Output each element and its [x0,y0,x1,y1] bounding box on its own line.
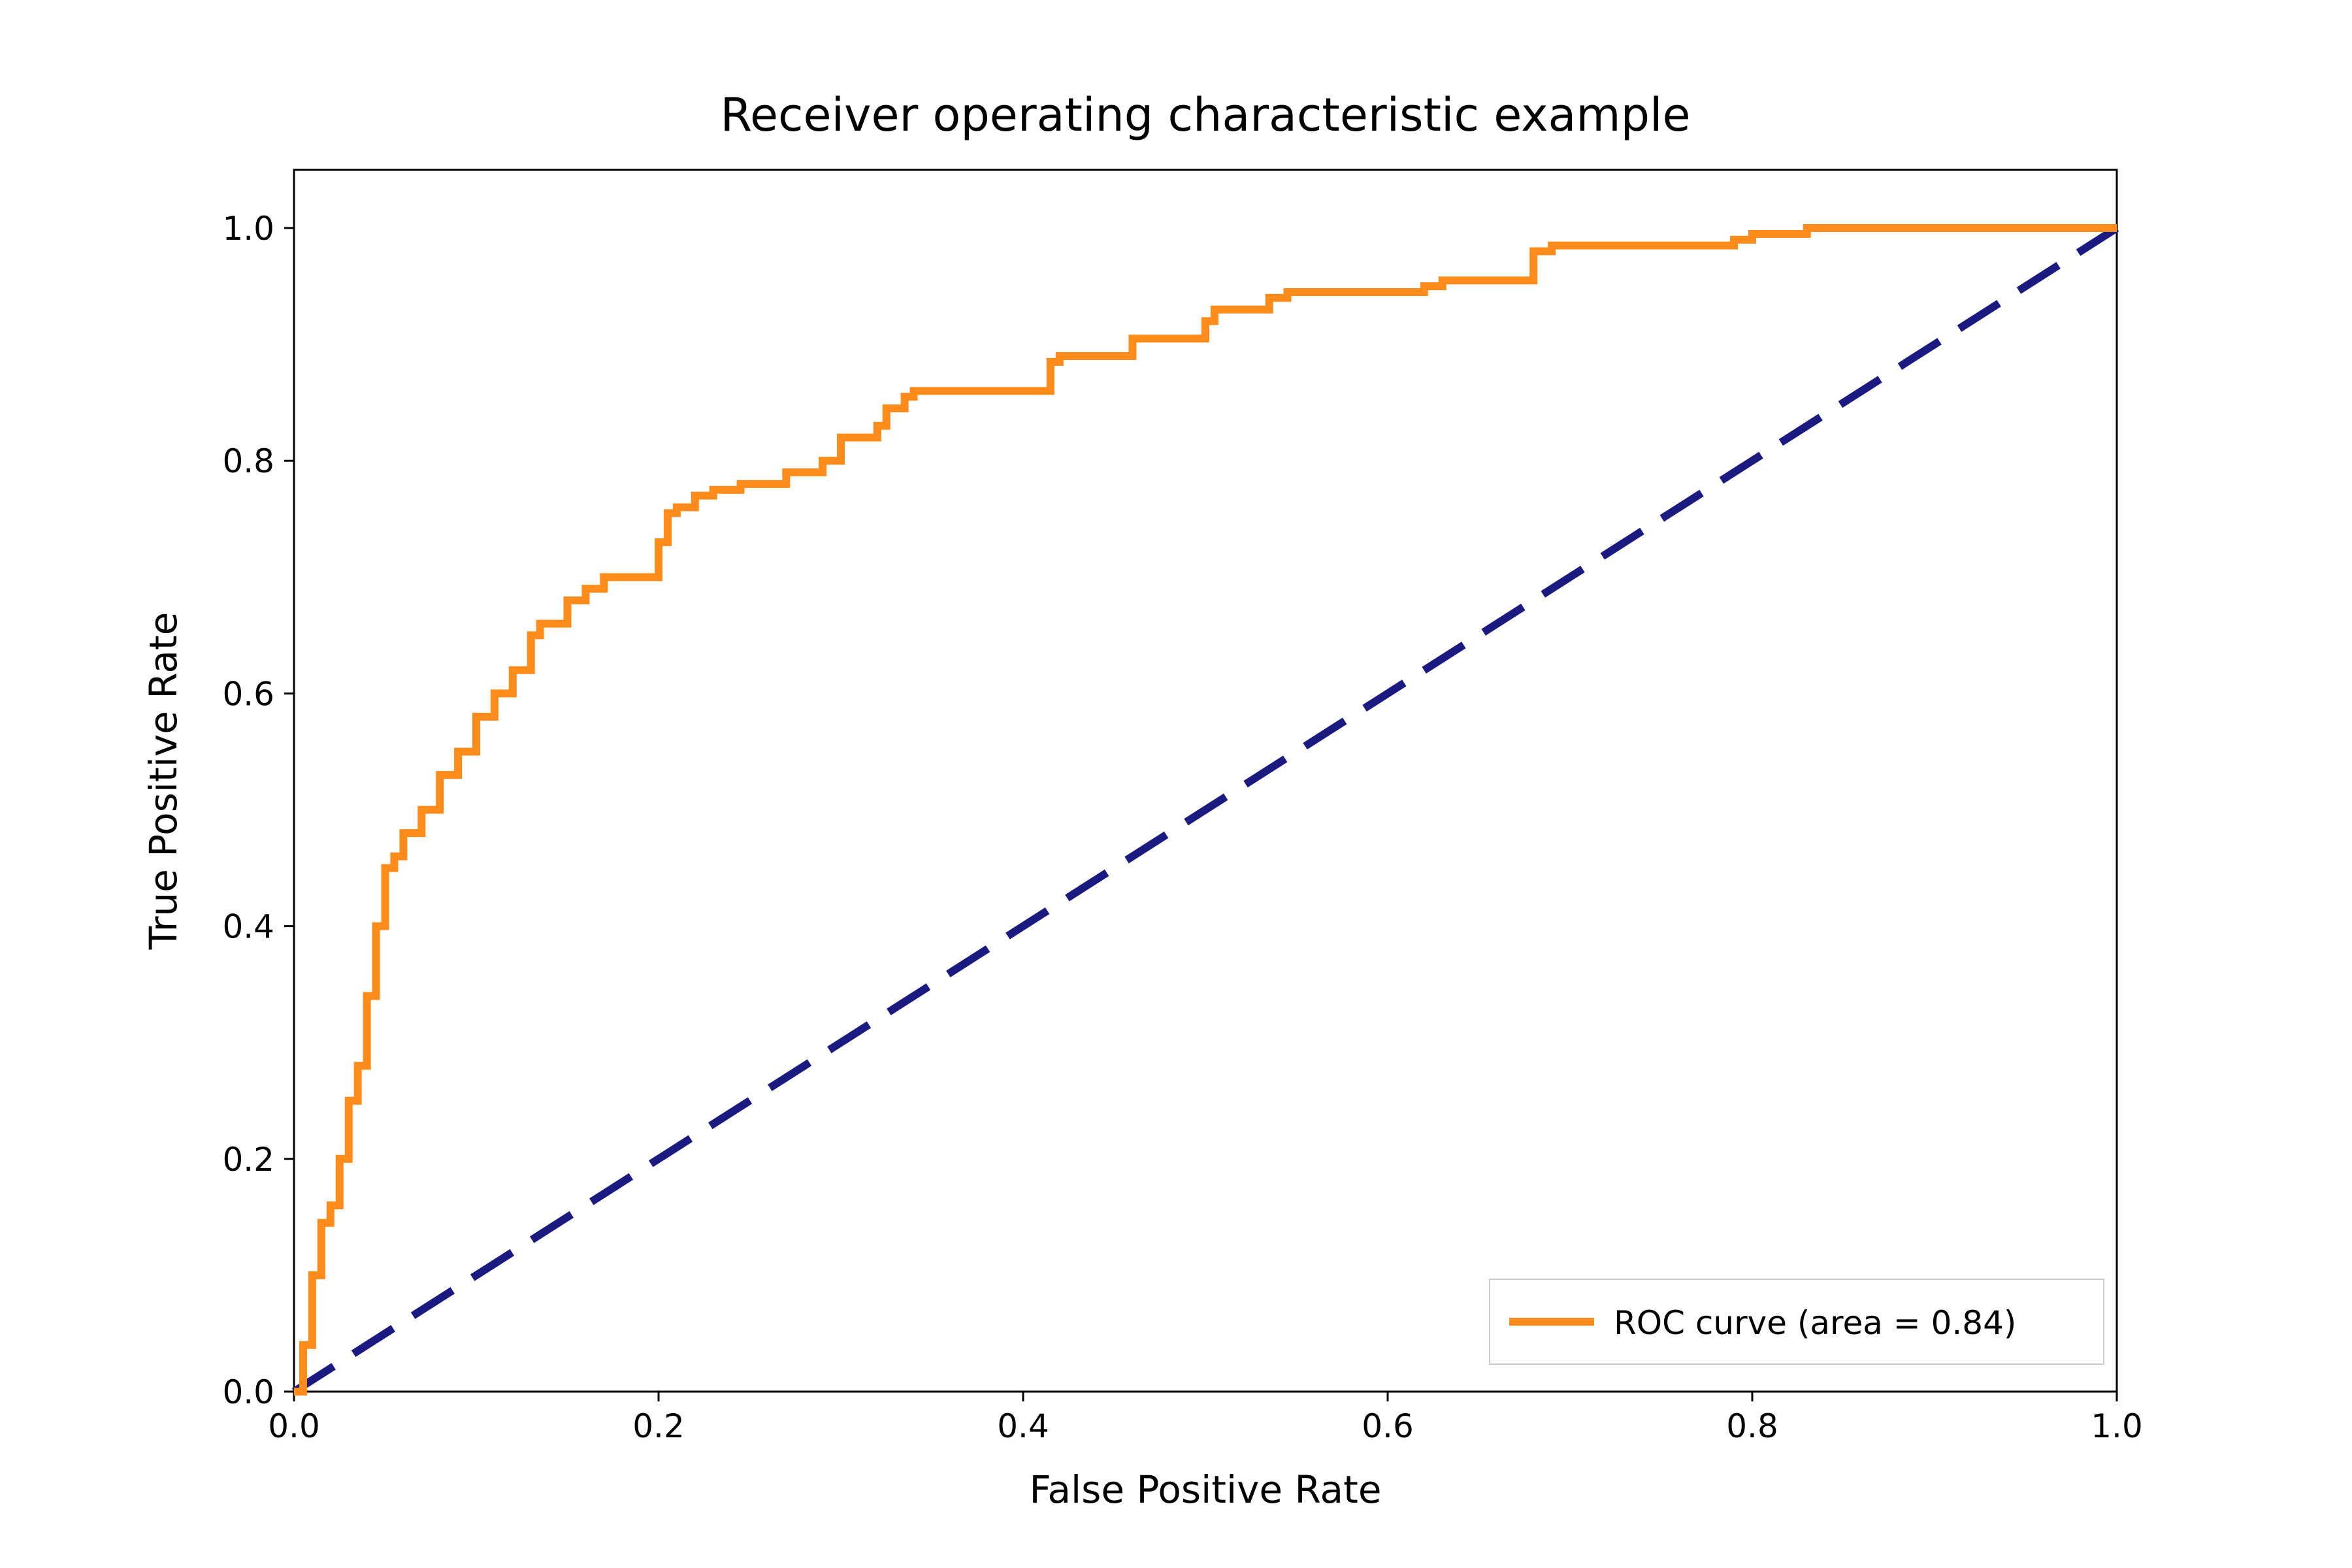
reference-diagonal-line [294,228,2117,1392]
chart-title: Receiver operating characteristic exampl… [720,88,1690,142]
x-tick-label: 0.4 [997,1407,1049,1445]
y-axis-label: True Positive Rate [141,612,186,951]
x-tick-label: 1.0 [2091,1407,2143,1445]
chart-container: Receiver operating characteristic exampl… [0,0,2352,1568]
y-tick-label: 0.2 [222,1141,274,1179]
x-tick-label: 0.2 [632,1407,685,1445]
legend-label-roc: ROC curve (area = 0.84) [1614,1304,2016,1342]
x-tick-label: 0.8 [1726,1407,1778,1445]
legend: ROC curve (area = 0.84) [1490,1279,2104,1364]
y-tick-label: 0.0 [222,1373,274,1411]
plot-area [294,170,2117,1392]
y-axis: 0.0 0.2 0.4 0.6 0.8 1.0 [222,210,294,1411]
y-tick-label: 0.6 [222,675,274,713]
y-tick-label: 0.8 [222,442,274,480]
y-tick-label: 1.0 [222,210,274,248]
x-axis-label: False Positive Rate [1029,1467,1381,1512]
y-tick-label: 0.4 [222,908,274,946]
roc-chart-svg: Receiver operating characteristic exampl… [0,0,2352,1568]
x-axis: 0.0 0.2 0.4 0.6 0.8 1.0 [268,1392,2143,1445]
x-tick-label: 0.6 [1362,1407,1414,1445]
plot-border [294,170,2117,1392]
x-tick-label: 0.0 [268,1407,320,1445]
